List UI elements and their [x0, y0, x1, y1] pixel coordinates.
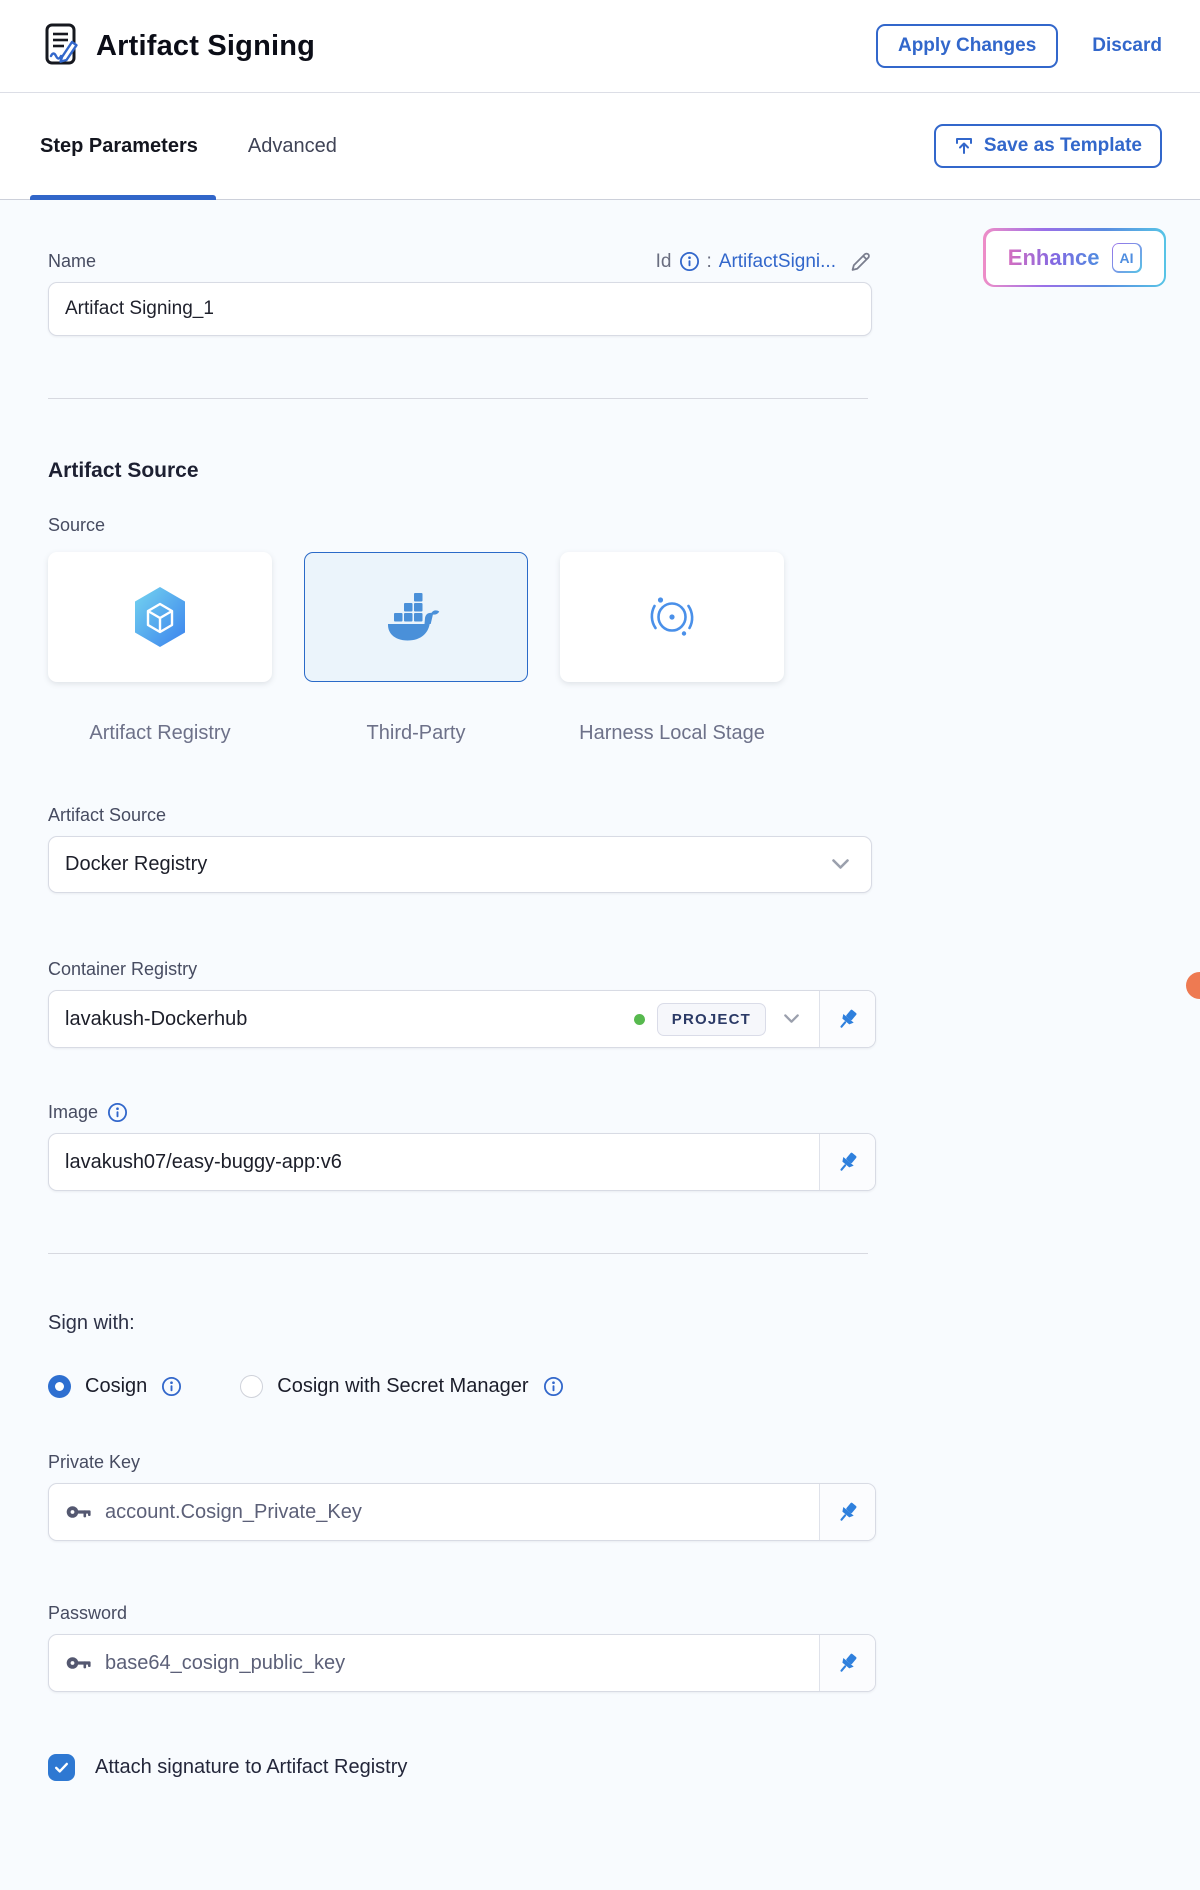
section-divider: [48, 1253, 868, 1254]
image-info-icon[interactable]: [107, 1102, 128, 1123]
id-separator: :: [707, 251, 712, 273]
tab-step-parameters[interactable]: Step Parameters: [40, 93, 198, 199]
id-value-link[interactable]: ArtifactSigni...: [719, 251, 836, 273]
harness-local-stage-icon: [644, 589, 700, 645]
step-header: Artifact Signing Apply Changes Discard: [0, 0, 1200, 93]
radio-cosign[interactable]: Cosign: [48, 1375, 182, 1398]
radio-unselected-icon: [240, 1375, 263, 1398]
pin-input-type-button[interactable]: [819, 991, 875, 1047]
pin-input-type-button[interactable]: [819, 1484, 875, 1540]
private-key-secret-input[interactable]: account.Cosign_Private_Key: [49, 1484, 819, 1540]
private-key-field: account.Cosign_Private_Key: [48, 1483, 876, 1541]
scope-badge: PROJECT: [657, 1003, 766, 1036]
page-title: Artifact Signing: [96, 30, 315, 63]
image-field: lavakush07/easy-buggy-app:v6: [48, 1133, 876, 1191]
radio-cosign-label: Cosign: [85, 1375, 147, 1398]
artifact-source-select-value: Docker Registry: [65, 853, 832, 876]
apply-changes-button[interactable]: Apply Changes: [876, 24, 1058, 68]
checkbox-checked-icon[interactable]: [48, 1754, 75, 1781]
tab-advanced-label: Advanced: [248, 135, 337, 158]
source-card-harness-local-stage[interactable]: [560, 552, 784, 682]
attach-signature-checkbox-row[interactable]: Attach signature to Artifact Registry: [48, 1754, 872, 1781]
tab-advanced[interactable]: Advanced: [248, 93, 337, 199]
source-card-third-party[interactable]: [304, 552, 528, 682]
password-label: Password: [48, 1603, 872, 1624]
image-input[interactable]: lavakush07/easy-buggy-app:v6: [49, 1134, 819, 1190]
pin-input-type-button[interactable]: [819, 1134, 875, 1190]
source-card-label: Third-Party: [367, 718, 466, 749]
radio-selected-icon: [48, 1375, 71, 1398]
chevron-down-icon[interactable]: [778, 1014, 805, 1024]
artifact-signing-icon: [40, 22, 80, 70]
discard-button[interactable]: Discard: [1092, 35, 1162, 57]
private-key-value: account.Cosign_Private_Key: [105, 1501, 805, 1524]
artifact-registry-icon: [131, 585, 189, 649]
tab-bar: Step Parameters Advanced Save as Templat…: [0, 93, 1200, 200]
cosign-info-icon[interactable]: [161, 1376, 182, 1397]
edit-id-pencil-icon[interactable]: [849, 250, 872, 273]
step-parameters-panel: Enhance AI Name Id : ArtifactSigni...: [0, 200, 1200, 1890]
id-info-icon[interactable]: [679, 251, 700, 272]
enhance-label: Enhance: [1008, 245, 1100, 271]
key-icon: [65, 1653, 93, 1673]
pin-input-type-button[interactable]: [819, 1635, 875, 1691]
upload-template-icon: [954, 136, 974, 156]
image-value: lavakush07/easy-buggy-app:v6: [65, 1151, 805, 1174]
container-registry-value: lavakush-Dockerhub: [65, 1008, 622, 1031]
radio-cosign-secret-manager-label: Cosign with Secret Manager: [277, 1375, 528, 1398]
connector-status-dot: [634, 1014, 645, 1025]
artifact-source-heading: Artifact Source: [48, 459, 872, 483]
artifact-source-select-label: Artifact Source: [48, 805, 872, 826]
image-label: Image: [48, 1102, 98, 1123]
ai-badge-label: AI: [1113, 244, 1140, 271]
section-divider: [48, 398, 868, 399]
sign-with-radio-group: Cosign Cosign with Secret Manager: [48, 1375, 872, 1398]
artifact-source-select[interactable]: Docker Registry: [48, 836, 872, 893]
source-card-label: Artifact Registry: [89, 718, 230, 749]
radio-cosign-secret-manager[interactable]: Cosign with Secret Manager: [240, 1375, 563, 1398]
enhance-ai-button[interactable]: Enhance AI: [983, 228, 1166, 287]
container-registry-label: Container Registry: [48, 959, 872, 980]
container-registry-select[interactable]: lavakush-Dockerhub PROJECT: [49, 991, 819, 1047]
attach-signature-label: Attach signature to Artifact Registry: [95, 1756, 407, 1779]
source-card-artifact-registry[interactable]: [48, 552, 272, 682]
container-registry-field: lavakush-Dockerhub PROJECT: [48, 990, 876, 1048]
password-secret-input[interactable]: base64_cosign_public_key: [49, 1635, 819, 1691]
source-option-cards: Artifact Registry: [48, 552, 872, 749]
key-icon: [65, 1502, 93, 1522]
panel-resize-handle[interactable]: [1186, 972, 1200, 999]
id-label: Id: [656, 251, 672, 273]
tab-step-parameters-label: Step Parameters: [40, 135, 198, 158]
password-value: base64_cosign_public_key: [105, 1652, 805, 1675]
ai-badge: AI: [1112, 243, 1142, 273]
cosign-secret-manager-info-icon[interactable]: [543, 1376, 564, 1397]
save-as-template-button[interactable]: Save as Template: [934, 124, 1162, 168]
save-as-template-label: Save as Template: [984, 135, 1142, 157]
password-field: base64_cosign_public_key: [48, 1634, 876, 1692]
name-input[interactable]: [48, 282, 872, 336]
chevron-down-icon: [832, 859, 849, 870]
sign-with-label: Sign with:: [48, 1312, 872, 1335]
name-label: Name: [48, 251, 96, 272]
source-label: Source: [48, 515, 872, 536]
docker-icon: [385, 592, 447, 642]
private-key-label: Private Key: [48, 1452, 872, 1473]
source-card-label: Harness Local Stage: [579, 718, 765, 749]
